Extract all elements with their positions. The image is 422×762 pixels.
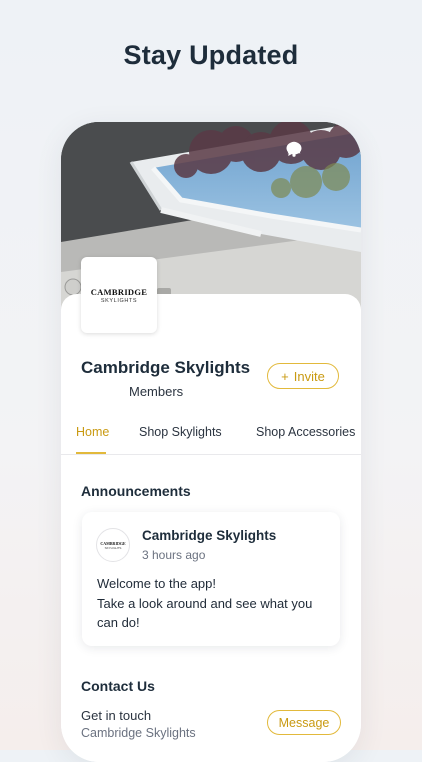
logo-subtext: SKYLIGHTS	[100, 297, 138, 304]
plus-icon: +	[281, 368, 289, 384]
contact-subtitle: Cambridge Skylights	[81, 726, 196, 740]
phone-frame: CAMBRIDGE SKYLIGHTS Cambridge Skylights …	[61, 122, 361, 762]
announcements-heading: Announcements	[81, 483, 191, 499]
post-author: Cambridge Skylights	[142, 528, 277, 543]
tab-home[interactable]: Home	[76, 425, 109, 439]
message-button[interactable]: Message	[267, 710, 341, 735]
invite-button-label: Invite	[293, 368, 325, 384]
tab-shop-accessories[interactable]: Shop Accessories	[256, 425, 355, 439]
invite-button[interactable]: + Invite	[267, 363, 339, 389]
logo-wordmark: CAMBRIDGE	[90, 286, 148, 297]
bell-icon[interactable]	[287, 140, 347, 160]
group-title: Cambridge Skylights	[81, 358, 251, 377]
active-tab-indicator	[76, 452, 106, 454]
group-content: Cambridge Skylights Members + Invite Hom…	[61, 294, 361, 762]
post-avatar: CAMBRIDGE SKYLIGHTS	[96, 528, 130, 562]
post-line: Take a look around and see what you	[97, 595, 313, 611]
announcement-post[interactable]: CAMBRIDGE SKYLIGHTS Cambridge Skylights …	[82, 512, 340, 646]
members-link[interactable]: Members	[129, 384, 183, 399]
post-line: Welcome to the app!	[97, 576, 216, 591]
page-headline: Stay Updated	[123, 40, 299, 70]
group-logo: CAMBRIDGE SKYLIGHTS	[81, 257, 157, 333]
avatar-subtext: SKYLIGHTS	[104, 545, 122, 550]
cover-actions	[285, 140, 347, 160]
tab-bar: Home Shop Skylights Shop Accessories	[61, 422, 361, 455]
post-timestamp: 3 hours ago	[142, 548, 206, 562]
tab-shop-skylights[interactable]: Shop Skylights	[139, 425, 222, 439]
post-line: can do!	[97, 615, 140, 630]
post-body: Welcome to the app! Take a look around a…	[97, 574, 332, 633]
contact-line: Get in touch	[81, 708, 152, 723]
contact-heading: Contact Us	[81, 678, 155, 694]
